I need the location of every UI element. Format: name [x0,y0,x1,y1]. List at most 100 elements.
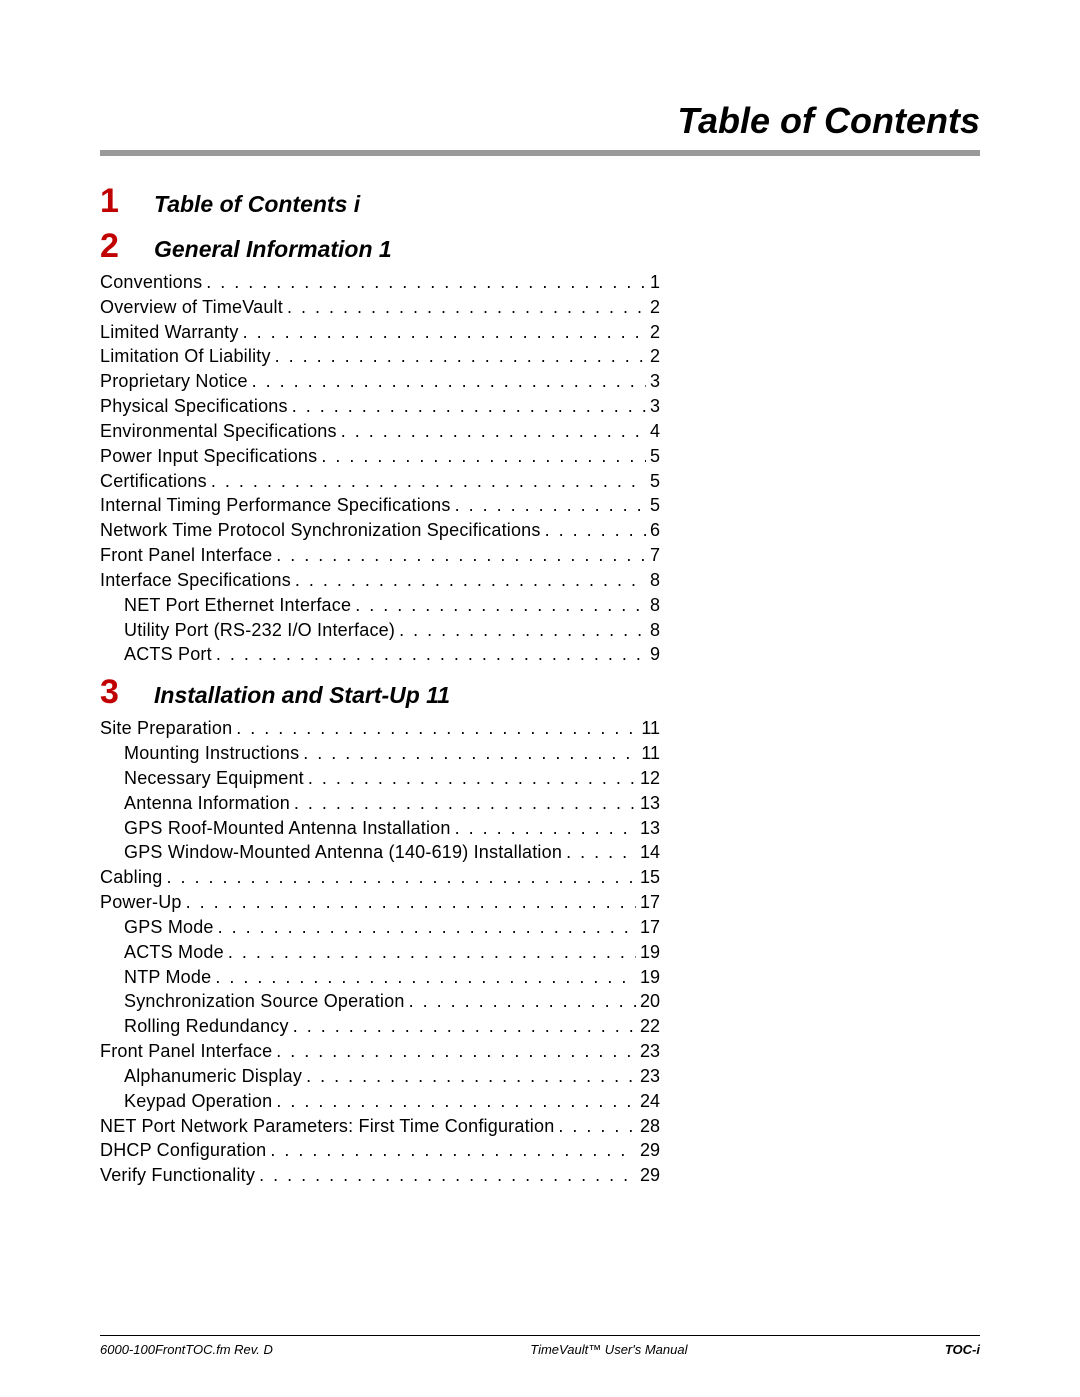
title-rule [100,150,980,156]
page: Table of Contents 1Table of Contents i2G… [0,0,1080,1397]
toc-entry: Verify Functionality29 [100,1163,660,1188]
toc-entry-label: Environmental Specifications [100,419,337,444]
toc-entry-page: 29 [636,1138,660,1163]
toc-entry-page: 5 [646,444,660,469]
toc-leader-dots [337,419,646,444]
toc-entry-label: Site Preparation [100,716,232,741]
toc-entry-page: 2 [646,295,660,320]
toc-entry: ACTS Mode19 [100,940,660,965]
toc-leader-dots [224,940,636,965]
toc-entry-page: 23 [636,1039,660,1064]
toc-leader-dots [202,270,646,295]
toc-entries: Site Preparation 11 Mounting Instructions 1… [100,716,980,1188]
toc-entry: ACTS Port9 [100,642,660,667]
toc-entry-label: GPS Mode [124,915,214,940]
toc-leader-dots [288,394,646,419]
toc-entry-page: 22 [636,1014,660,1039]
toc-leader-dots [395,618,646,643]
toc-entry-label: Internal Timing Performance Specificatio… [100,493,451,518]
toc-entry: Antenna Information13 [100,791,660,816]
toc-leader-dots [304,766,636,791]
toc-entry: Network Time Protocol Synchronization Sp… [100,518,660,543]
toc-entry: Internal Timing Performance Specificatio… [100,493,660,518]
toc-entry-page: 24 [636,1089,660,1114]
section-number: 2 [100,227,136,266]
toc-entry-label: Limitation Of Liability [100,344,271,369]
toc-entry: NET Port Ethernet Interface8 [100,593,660,618]
section-number: 1 [100,182,136,221]
toc-leader-dots [289,1014,636,1039]
toc-entry-label: Verify Functionality [100,1163,255,1188]
toc-entry: Certifications 5 [100,469,660,494]
section-head: 2General Information 1 [100,227,980,266]
toc-entry-page: 8 [646,618,660,643]
toc-leader-dots [302,1064,636,1089]
section-head: 1Table of Contents i [100,182,980,221]
toc-entry-page: 3 [646,394,660,419]
toc-leader-dots [554,1114,636,1139]
toc-entry-page: 23 [636,1064,660,1089]
toc-entry-label: Conventions [100,270,202,295]
toc-entry-page: 20 [636,989,660,1014]
toc-entry: Synchronization Source Operation 20 [100,989,660,1014]
toc-entry: Overview of TimeVault 2 [100,295,660,320]
toc-entry-label: Mounting Instructions [124,741,299,766]
toc-entry-page: 13 [636,816,660,841]
toc-leader-dots [271,344,646,369]
toc-entry-label: Certifications [100,469,207,494]
toc-entry-page: 11 [637,716,660,741]
toc-entry-page: 2 [646,320,660,345]
toc-entry-page: 5 [646,469,660,494]
toc-leader-dots [232,716,637,741]
toc-entry: Power Input Specifications5 [100,444,660,469]
toc-entry-label: DHCP Configuration [100,1138,266,1163]
toc-entry: Cabling15 [100,865,660,890]
toc-entry-page: 12 [636,766,660,791]
toc-entry: GPS Mode 17 [100,915,660,940]
toc-entry-label: Synchronization Source Operation [124,989,405,1014]
toc-entry: Environmental Specifications4 [100,419,660,444]
toc-entry-page: 3 [646,369,660,394]
toc-entry-label: NET Port Network Parameters: First Time … [100,1114,554,1139]
toc-entry-label: GPS Roof-Mounted Antenna Installation [124,816,451,841]
toc-entry-page: 11 [637,741,660,766]
toc-entry: Proprietary Notice3 [100,369,660,394]
page-title: Table of Contents [100,100,980,142]
toc-entry-label: Utility Port (RS-232 I/O Interface) [124,618,395,643]
section-title: Installation and Start-Up 11 [154,682,450,709]
toc-entry-page: 9 [646,642,660,667]
toc-entry-label: Network Time Protocol Synchronization Sp… [100,518,541,543]
toc-entry-label: NET Port Ethernet Interface [124,593,351,618]
toc-entry: Front Panel Interface7 [100,543,660,568]
toc-entry-label: Interface Specifications [100,568,291,593]
toc-entry-page: 17 [636,890,660,915]
toc-entry-label: Rolling Redundancy [124,1014,289,1039]
toc-entry: Alphanumeric Display23 [100,1064,660,1089]
toc-entry-label: Overview of TimeVault [100,295,283,320]
toc-entry: Power-Up17 [100,890,660,915]
toc-leader-dots [317,444,646,469]
toc-leader-dots [451,493,646,518]
toc-leader-dots [562,840,636,865]
toc-entry: Limited Warranty 2 [100,320,660,345]
footer: 6000-100FrontTOC.fm Rev. D TimeVault™ Us… [100,1295,980,1357]
toc-entry-page: 28 [636,1114,660,1139]
toc-entry-page: 15 [636,865,660,890]
toc-leader-dots [266,1138,636,1163]
toc-entry-label: Limited Warranty [100,320,239,345]
section-head: 3Installation and Start-Up 11 [100,673,980,712]
toc-leader-dots [272,543,646,568]
toc-entry: Front Panel Interface23 [100,1039,660,1064]
toc-entry: Site Preparation 11 [100,716,660,741]
toc-entry: NET Port Network Parameters: First Time … [100,1114,660,1139]
toc-leader-dots [207,469,646,494]
toc-entry: NTP Mode19 [100,965,660,990]
toc-entry: Keypad Operation24 [100,1089,660,1114]
toc-leader-dots [211,965,636,990]
toc-entry-label: Necessary Equipment [124,766,304,791]
toc-entry: Physical Specifications 3 [100,394,660,419]
toc-entry-page: 1 [646,270,660,295]
toc-entry-page: 19 [636,940,660,965]
toc-entry-page: 17 [636,915,660,940]
toc-entry-label: Physical Specifications [100,394,288,419]
